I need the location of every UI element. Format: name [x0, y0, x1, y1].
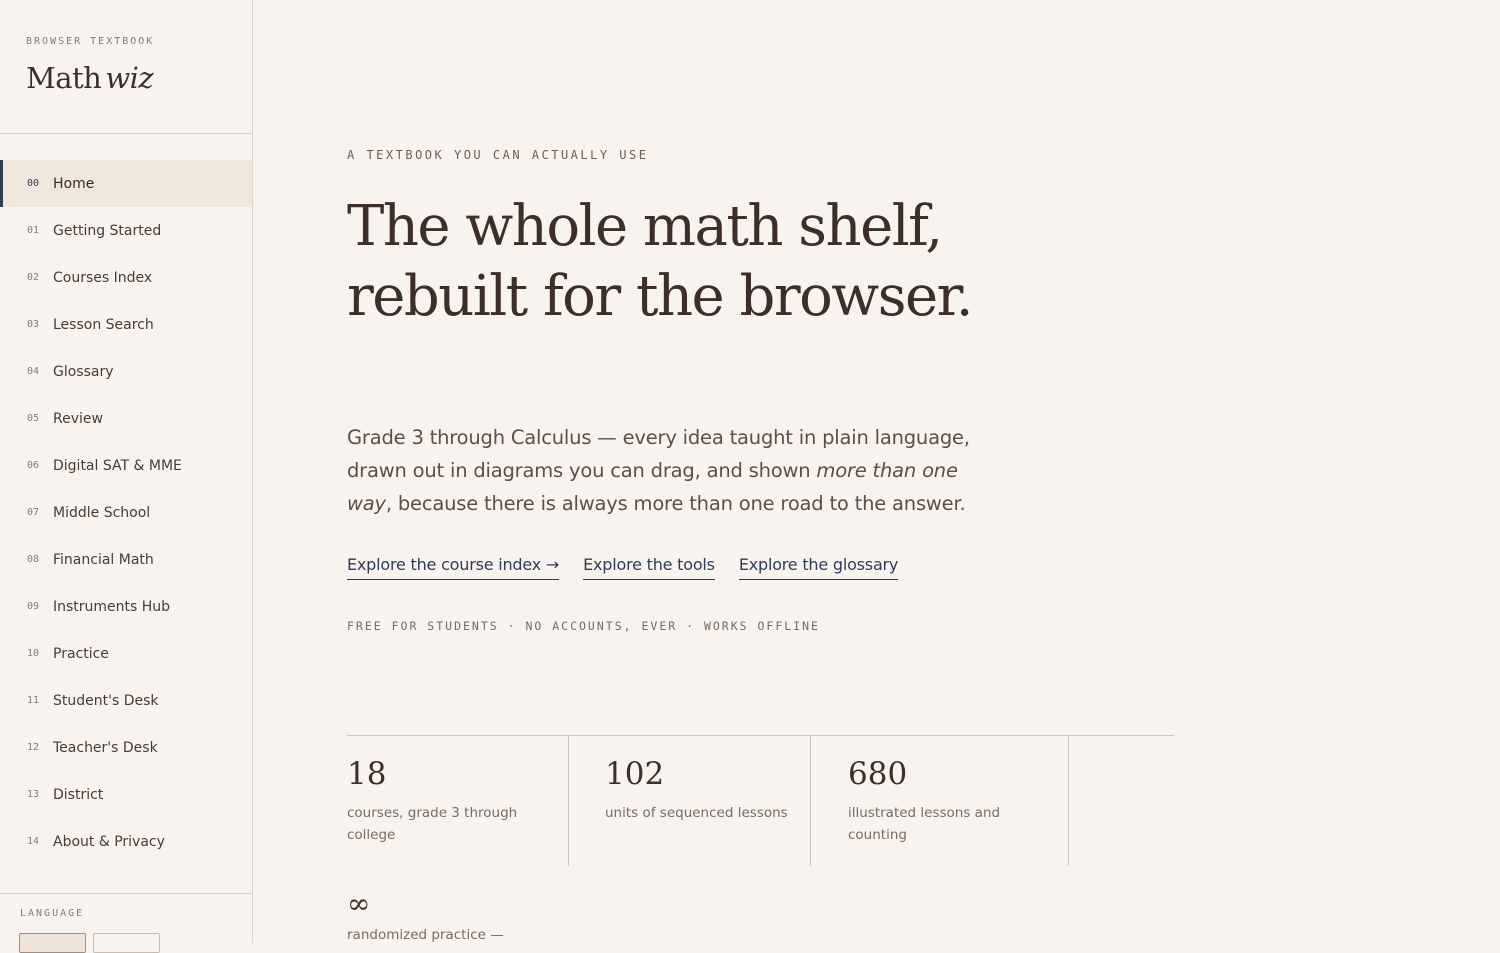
nav-number: 12 — [27, 742, 40, 753]
language-option[interactable] — [93, 933, 160, 953]
sidebar-item-glossary[interactable]: 04 Glossary — [0, 348, 252, 395]
sidebar-item-home[interactable]: 00 Home — [0, 160, 252, 207]
hero-title: The whole math shelf, rebuilt for the br… — [347, 194, 974, 329]
stat-value: 18 — [347, 756, 387, 792]
nav-label: Practice — [53, 645, 109, 662]
sidebar: BROWSER TEXTBOOK Math wiz 00 Home 01 Gettin… — [0, 0, 253, 953]
nav-number: 04 — [27, 366, 40, 377]
stat-lessons: 680 illustrated lessons and counting — [811, 736, 1068, 866]
stat-units: 102 units of sequenced lessons — [569, 736, 810, 866]
nav-label: Lesson Search — [53, 316, 154, 333]
nav-number: 11 — [27, 695, 40, 706]
stat-description: courses, grade 3 through college — [347, 805, 518, 843]
sidebar-divider-bottom — [0, 893, 252, 894]
sidebar-item-teachers-desk[interactable]: 12 Teacher's Desk — [0, 724, 252, 771]
nav-number: 10 — [27, 648, 40, 659]
nav-number: 01 — [27, 225, 40, 236]
stat-value: ∞ — [347, 887, 371, 920]
nav-label: Instruments Hub — [53, 598, 171, 615]
nav-label: Review — [53, 410, 103, 427]
sidebar-item-lesson-search[interactable]: 03 Lesson Search — [0, 301, 252, 348]
sidebar-item-about-privacy[interactable]: 14 About & Privacy — [0, 818, 252, 865]
nav-label: About & Privacy — [53, 833, 165, 850]
stat-practice: ∞ randomized practice — — [347, 887, 504, 944]
course-index-link[interactable]: Explore the course index → — [347, 555, 559, 580]
language-option-selected[interactable] — [19, 933, 86, 953]
brand[interactable]: BROWSER TEXTBOOK Math wiz — [26, 36, 154, 95]
nav-label: Financial Math — [53, 551, 154, 568]
nav-number: 09 — [27, 601, 40, 612]
language-switcher — [19, 933, 160, 953]
nav-label: Middle School — [53, 504, 151, 521]
stats-strip: 18 courses, grade 3 through college 102 … — [347, 735, 1174, 866]
sidebar-item-students-desk[interactable]: 11 Student's Desk — [0, 677, 252, 724]
sidebar-item-digital-sat[interactable]: 06 Digital SAT & MME — [0, 442, 252, 489]
nav-label: Getting Started — [53, 222, 162, 239]
stat-description: randomized practice — — [347, 927, 504, 943]
tools-link[interactable]: Explore the tools — [583, 555, 715, 580]
nav-number: 03 — [27, 319, 40, 330]
nav-number: 13 — [27, 789, 40, 800]
nav-number: 08 — [27, 554, 40, 565]
stat-value: 680 — [848, 756, 908, 792]
sidebar-item-financial-math[interactable]: 08 Financial Math — [0, 536, 252, 583]
logo-italic: wiz — [105, 61, 154, 95]
hero-lede: Grade 3 through Calculus — every idea ta… — [347, 421, 987, 520]
language-label: LANGUAGE — [20, 908, 85, 919]
nav-label: Teacher's Desk — [53, 739, 158, 756]
sidebar-item-review[interactable]: 05 Review — [0, 395, 252, 442]
logo[interactable]: Math wiz — [26, 61, 154, 95]
sidebar-item-courses-index[interactable]: 02 Courses Index — [0, 254, 252, 301]
lede-text-end: , because there is always more than one … — [385, 492, 966, 515]
stat-value: 102 — [605, 756, 665, 792]
brand-eyebrow: BROWSER TEXTBOOK — [26, 36, 155, 47]
stat-description: illustrated lessons and counting — [848, 805, 1001, 843]
glossary-link[interactable]: Explore the glossary — [738, 555, 898, 580]
sidebar-nav: 00 Home 01 Getting Started 02 Courses Index… — [0, 160, 252, 865]
nav-label: District — [53, 786, 104, 803]
nav-number: 05 — [27, 413, 40, 424]
nav-number: 07 — [27, 507, 40, 518]
sidebar-item-district[interactable]: 13 District — [0, 771, 252, 818]
nav-label: Student's Desk — [53, 692, 159, 709]
nav-number: 00 — [27, 178, 40, 189]
sidebar-item-practice[interactable]: 10 Practice — [0, 630, 252, 677]
hero-kicker: A TEXTBOOK YOU CAN ACTUALLY USE — [347, 148, 649, 162]
nav-number: 02 — [27, 272, 40, 283]
nav-number: 14 — [27, 836, 40, 847]
nav-label: Home — [53, 175, 95, 192]
nav-label: Courses Index — [53, 269, 153, 286]
sidebar-item-instruments-hub[interactable]: 09 Instruments Hub — [0, 583, 252, 630]
stat-description: units of sequenced lessons — [605, 805, 788, 821]
hero-links: Explore the course index → Explore the t… — [347, 555, 898, 580]
stat-divider — [1068, 736, 1069, 866]
nav-label: Glossary — [53, 363, 114, 380]
logo-main: Math — [26, 61, 102, 95]
nav-label: Digital SAT & MME — [53, 457, 182, 474]
nav-number: 06 — [27, 460, 40, 471]
sidebar-item-middle-school[interactable]: 07 Middle School — [0, 489, 252, 536]
stat-courses: 18 courses, grade 3 through college — [347, 736, 569, 866]
sidebar-divider-top — [0, 133, 252, 134]
sidebar-item-getting-started[interactable]: 01 Getting Started — [0, 207, 252, 254]
hero-tagline: FREE FOR STUDENTS · NO ACCOUNTS, EVER · … — [347, 619, 820, 633]
